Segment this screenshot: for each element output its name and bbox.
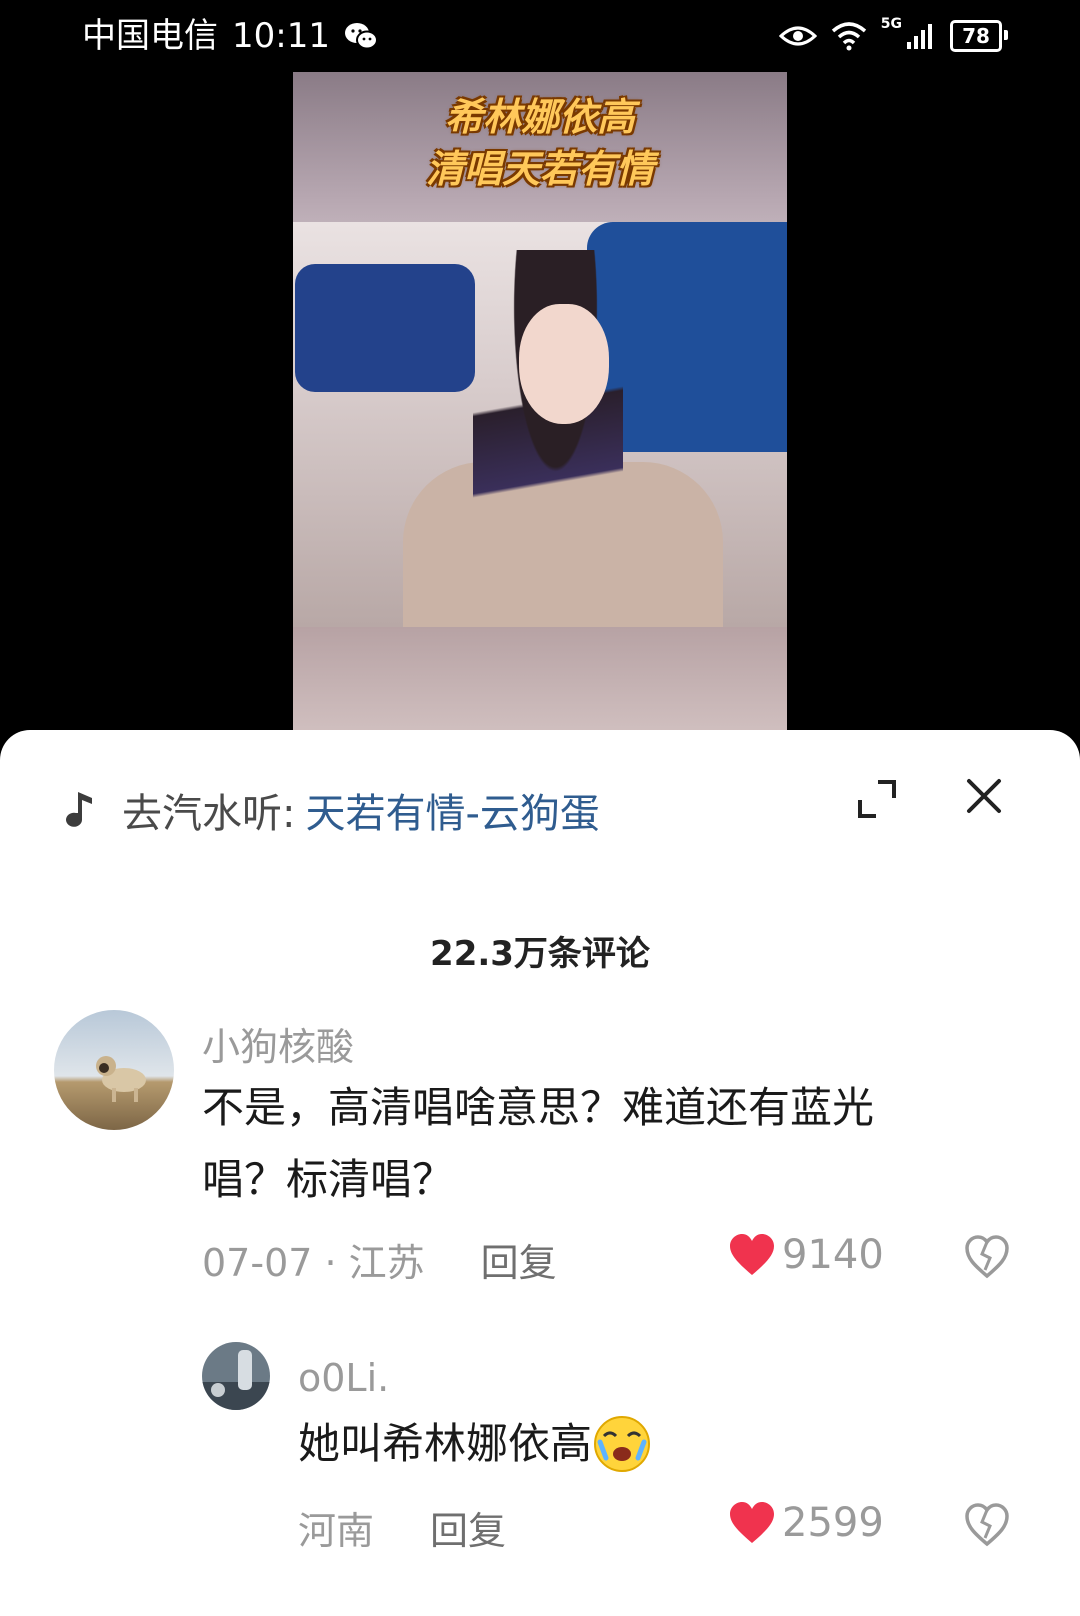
like-button[interactable]: 2599 (728, 1500, 884, 1546)
expand-icon[interactable] (856, 778, 898, 820)
wifi-icon (831, 22, 866, 51)
video-bottom-blur (293, 627, 787, 732)
eye-icon (778, 26, 817, 46)
network-type-label: 5G (880, 16, 902, 32)
like-count: 2599 (782, 1500, 884, 1546)
heart-icon (730, 1234, 774, 1275)
comment-username[interactable]: o0Li. (298, 1356, 389, 1400)
comment-meta: 07-07 · 江苏 回复 (202, 1232, 557, 1287)
dog-avatar-image (54, 1010, 174, 1130)
music-note-icon (66, 792, 92, 827)
time-label: 10:11 (232, 16, 330, 56)
avatar[interactable] (202, 1342, 270, 1410)
battery-level: 78 (962, 24, 990, 48)
reply-button[interactable]: 回复 (430, 1500, 506, 1555)
status-left: 中国电信 10:11 (82, 14, 378, 58)
dislike-icon[interactable] (964, 1502, 1010, 1548)
wechat-icon (344, 23, 378, 50)
carrier-label: 中国电信 (82, 16, 218, 56)
video-player[interactable]: 希林娜依高 清唱天若有情 (0, 72, 1080, 752)
dislike-icon[interactable] (964, 1234, 1010, 1280)
avatar[interactable] (54, 1010, 174, 1130)
music-link-row[interactable]: 去汽水听: 天若有情-云狗蛋 (58, 780, 600, 840)
crying-emoji-icon (594, 1416, 651, 1472)
battery-icon: 78 (950, 20, 1008, 52)
comment-username[interactable]: 小狗核酸 (202, 1016, 354, 1071)
comment-meta: 河南 回复 (298, 1500, 506, 1555)
comment-text-line1: 不是，高清唱啥意思？难道还有蓝光 (202, 1083, 875, 1132)
heart-icon (730, 1502, 774, 1543)
video-caption-line1: 希林娜依高 (444, 95, 635, 139)
video-scene (293, 222, 787, 632)
video-frame[interactable]: 希林娜依高 清唱天若有情 (293, 72, 787, 732)
close-icon[interactable] (964, 776, 1004, 816)
music-label: 去汽水听: (122, 791, 296, 837)
status-bar: 中国电信 10:11 5G 78 (0, 0, 1080, 72)
reply-button[interactable]: 回复 (481, 1232, 557, 1287)
signal-icon (907, 24, 932, 49)
music-song-link[interactable]: 天若有情-云狗蛋 (305, 781, 599, 839)
video-caption-line2: 清唱天若有情 (425, 147, 654, 191)
person-face (519, 304, 609, 424)
like-count: 9140 (782, 1232, 884, 1278)
comment-text-line: 她叫希林娜依高 (298, 1419, 593, 1468)
comment-text-line2: 唱？标清唱？ (202, 1155, 455, 1204)
comments-count-title: 22.3万条评论 (430, 934, 650, 974)
comment-text: 她叫希林娜依高 (298, 1408, 998, 1480)
status-right: 5G 78 (778, 16, 1008, 56)
like-button[interactable]: 9140 (728, 1232, 884, 1278)
sponsor-sign (295, 264, 475, 392)
comment-sheet: 去汽水听: 天若有情-云狗蛋 22.3万条评论 小狗核酸 不是，高清唱啥意思？难… (0, 730, 1080, 1616)
comment-location: 河南 (298, 1509, 375, 1553)
comment-date-location: 07-07 · 江苏 (202, 1241, 425, 1285)
user-avatar-image (202, 1342, 270, 1410)
comment-text: 不是，高清唱啥意思？难道还有蓝光 唱？标清唱？ (202, 1072, 1022, 1216)
